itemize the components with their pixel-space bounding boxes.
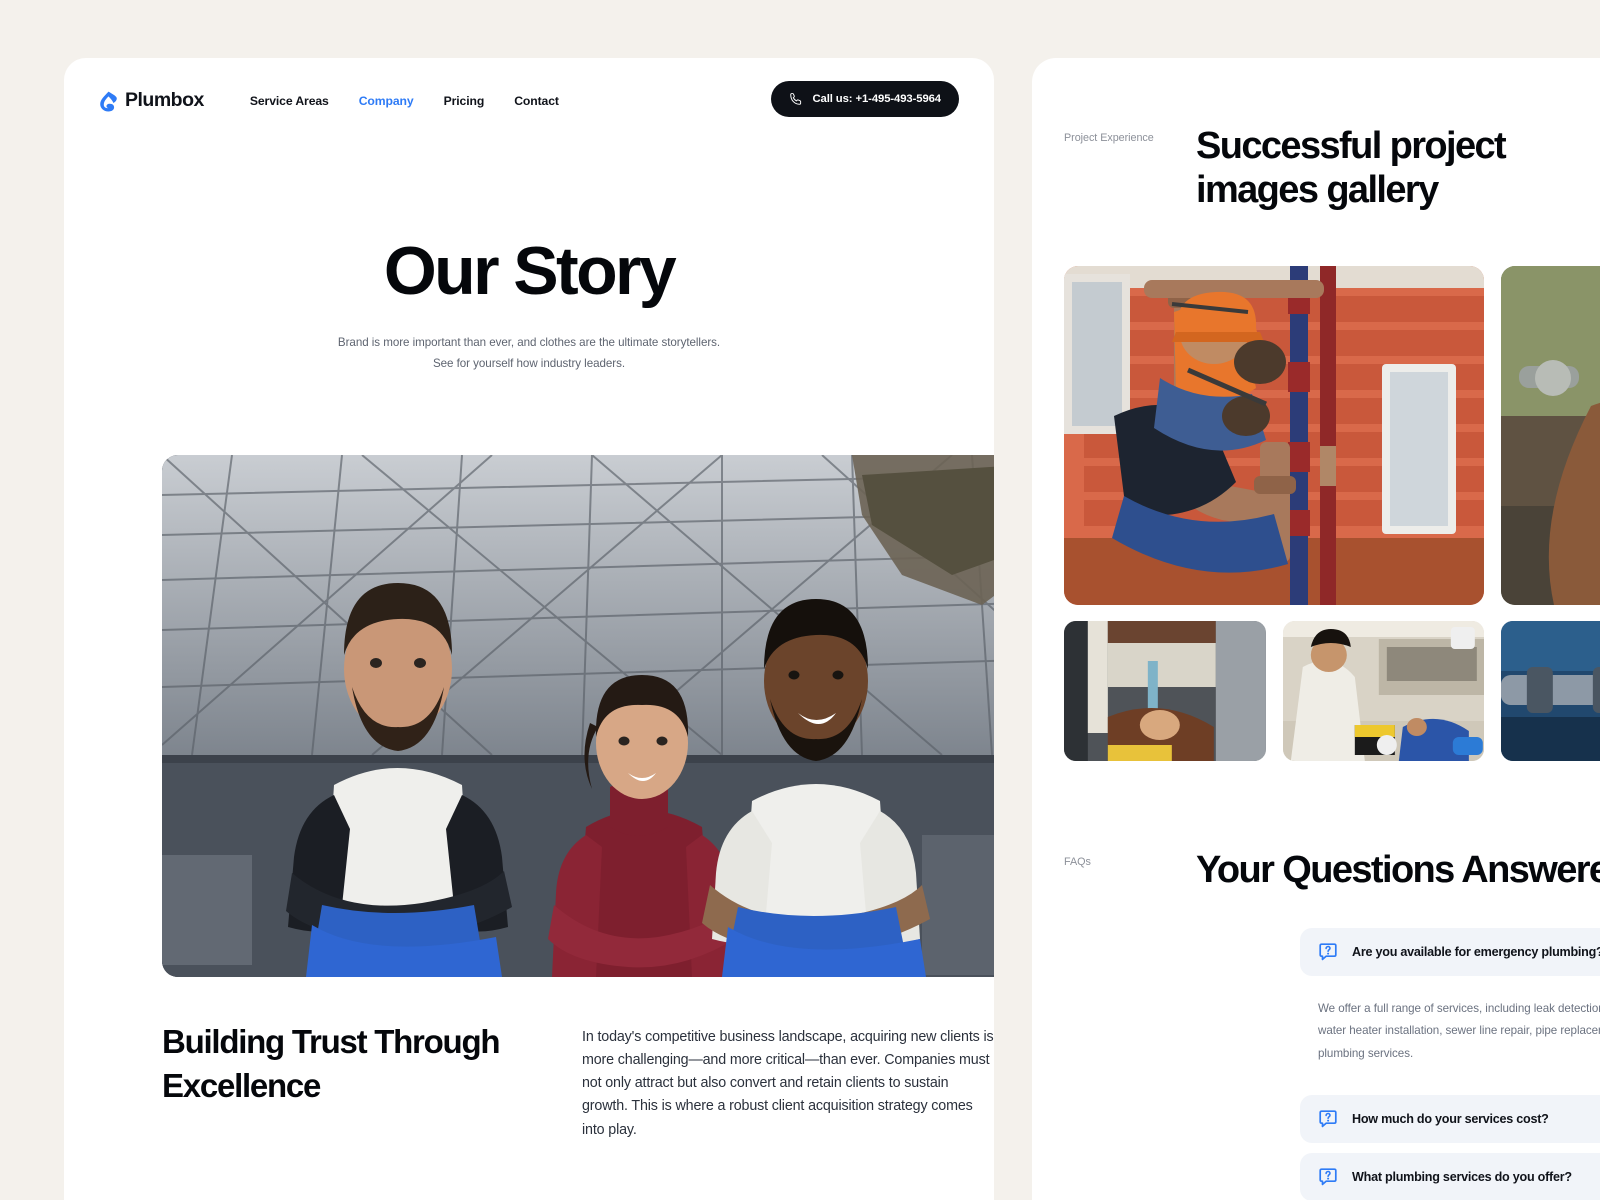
page-canvas: Plumbox Service Areas Company Pricing Co… [0,0,1600,1200]
question-chat-icon [1319,943,1337,961]
technician-under-cabinet-photo [1064,621,1266,761]
left-page-panel: Plumbox Service Areas Company Pricing Co… [64,58,994,1200]
site-header: Plumbox Service Areas Company Pricing Co… [64,58,994,144]
nav-item-pricing[interactable]: Pricing [444,94,485,108]
brand-logo[interactable]: Plumbox [99,91,204,112]
faq-item-3-question[interactable]: What plumbing services do you offer? [1300,1152,1600,1200]
faq-title: Your Questions Answered [1196,849,1600,891]
hero-subtitle-line-2: See for yourself how industry leaders. [432,356,626,370]
team-photo-illustration [162,455,994,977]
nav-item-service-areas[interactable]: Service Areas [250,94,329,108]
question-chat-icon [1319,1110,1337,1127]
gallery-image-small-1[interactable] [1064,621,1266,761]
story-body: In today's competitive business landscap… [582,1029,994,1138]
call-us-button[interactable]: Call us: +1-495-493-5964 [771,81,959,117]
faq-accordion: Are you available for emergency plumbing… [1300,918,1600,1200]
gallery-image-small-2[interactable] [1282,621,1485,761]
woman-toolbox-sink-photo [1282,621,1485,761]
faq-item-1-text: Are you available for emergency plumbing… [1352,945,1600,959]
faq-item-2-text: How much do your services cost? [1352,1111,1549,1126]
gallery-section-header: Project Experience Successful project im… [1064,124,1600,212]
water-drop-icon [100,91,117,111]
nav-item-company[interactable]: Company [359,94,414,108]
faq-item-1-answer: We offer a full range of services, inclu… [1300,976,1600,1085]
gallery-row-top [1064,266,1600,605]
nav-item-contact[interactable]: Contact [514,94,559,108]
call-us-label: Call us: +1-495-493-5964 [812,93,941,105]
faq-answer-line-3: plumbing services. [1318,1046,1414,1060]
brand-name: Plumbox [125,89,204,112]
plumber-green-wall-photo [1501,266,1600,605]
story-section: Building Trust Through Excellence In tod… [162,1020,994,1142]
faq-answer-line-1: We offer a full range of services, inclu… [1318,1002,1600,1015]
phone-icon [790,93,802,105]
hero-section: Our Story Brand is more important than e… [64,144,994,374]
gallery-row-bottom [1064,621,1600,761]
hero-subtitle: Brand is more important than ever, and c… [64,333,994,374]
gallery-image-large[interactable] [1064,266,1484,605]
project-gallery [1064,266,1600,761]
hero-team-photo [162,455,994,977]
question-chat-icon [1319,1168,1337,1185]
page-title: Our Story [383,233,677,309]
main-nav: Service Areas Company Pricing Contact [250,94,559,108]
story-title: Building Trust Through Excellence [162,1023,501,1104]
faq-item-2-question[interactable]: How much do your services cost? [1300,1094,1600,1143]
hero-subtitle-line-1: Brand is more important than ever, and c… [337,336,721,350]
gallery-eyebrow: Project Experience [1064,132,1154,144]
gallery-title: Successful project images gallery [1196,125,1507,212]
faq-item-1-question[interactable]: Are you available for emergency plumbing… [1300,928,1600,976]
plumber-installing-pipes-photo [1064,266,1484,605]
gallery-image-small-3[interactable] [1501,621,1600,761]
blue-pipe-valve-photo [1501,621,1600,761]
faq-item-3-text: What plumbing services do you offer? [1352,1169,1572,1184]
gallery-image-side[interactable] [1501,266,1600,605]
faq-section-header: FAQs Your Questions Answered [1064,848,1600,892]
right-page-panel: Project Experience Successful project im… [1032,58,1600,1200]
faq-answer-line-2: water heater installation, sewer line re… [1318,1024,1600,1038]
faq-eyebrow: FAQs [1064,856,1091,868]
